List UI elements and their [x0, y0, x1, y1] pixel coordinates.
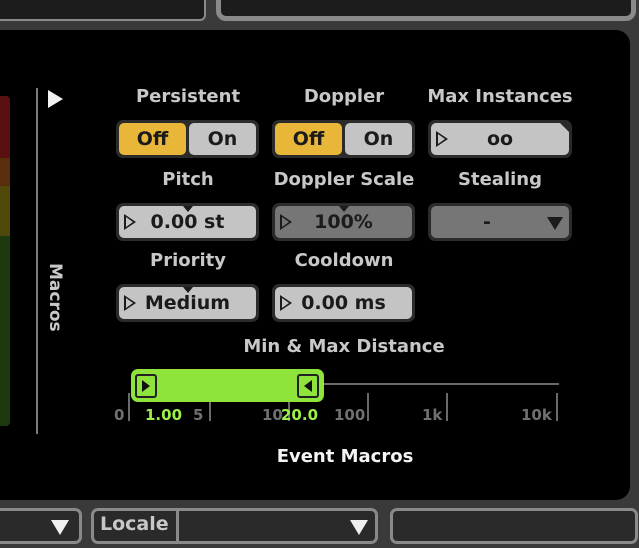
section-divider — [36, 88, 38, 434]
bottom-right-field[interactable] — [390, 508, 638, 544]
max-instances-field[interactable]: oo — [428, 120, 572, 158]
doppler-scale-label: Doppler Scale — [273, 169, 415, 190]
min-distance-handle[interactable] — [135, 374, 157, 398]
play-marker-icon — [280, 214, 292, 230]
cooldown-value: 0.00 ms — [301, 292, 386, 314]
stealing-dropdown[interactable]: - — [428, 203, 572, 241]
corner-notch-icon — [560, 123, 569, 132]
tick-label-100: 100 — [334, 406, 366, 424]
max-distance-handle[interactable] — [297, 374, 319, 398]
stealing-label: Stealing — [458, 169, 542, 190]
chevron-down-icon — [51, 520, 69, 535]
tick-label-10: 10 — [262, 406, 283, 424]
priority-field[interactable]: Medium — [116, 284, 259, 322]
level-meter — [0, 96, 10, 426]
doppler-off-option[interactable]: Off — [275, 123, 342, 155]
priority-label: Priority — [150, 250, 226, 271]
doppler-scale-field[interactable]: 100% — [272, 203, 415, 241]
priority-value: Medium — [144, 292, 231, 314]
locale-separator — [176, 511, 179, 541]
axis-tick — [556, 393, 558, 421]
play-marker-icon — [124, 214, 136, 230]
bottom-left-dropdown[interactable] — [0, 508, 82, 544]
arrow-right-icon — [142, 380, 150, 392]
cooldown-field[interactable]: 0.00 ms — [272, 284, 415, 322]
tick-label-5: 5 — [193, 406, 204, 424]
tick-label-10k: 10k — [521, 406, 552, 424]
doppler-scale-value: 100% — [314, 211, 373, 233]
play-marker-icon — [436, 131, 448, 147]
locale-label: Locale — [100, 513, 169, 535]
doppler-toggle[interactable]: Off On — [272, 120, 415, 158]
doppler-label: Doppler — [303, 86, 385, 107]
persistent-toggle[interactable]: Off On — [116, 120, 259, 158]
distance-label: Min & Max Distance — [243, 336, 445, 357]
axis-tick — [367, 393, 369, 421]
play-marker-icon — [280, 295, 292, 311]
top-left-field[interactable] — [0, 0, 206, 21]
event-macros-title: Event Macros — [276, 446, 414, 467]
persistent-off-option[interactable]: Off — [119, 123, 186, 155]
axis-tick — [446, 393, 448, 421]
play-marker-icon — [124, 295, 136, 311]
chevron-down-icon — [547, 217, 563, 230]
play-icon[interactable] — [48, 90, 63, 108]
persistent-on-option[interactable]: On — [189, 123, 256, 155]
stealing-value: - — [483, 211, 491, 233]
top-right-field[interactable] — [216, 0, 636, 21]
cooldown-label: Cooldown — [294, 250, 394, 271]
doppler-on-option[interactable]: On — [345, 123, 412, 155]
pitch-value: 0.00 st — [150, 211, 225, 233]
chevron-down-icon — [350, 520, 368, 535]
locale-dropdown[interactable]: Locale — [91, 508, 378, 544]
max-distance-value: 20.0 — [281, 406, 319, 424]
axis-tick — [128, 393, 130, 421]
min-distance-value: 1.00 — [145, 406, 183, 424]
persistent-label: Persistent — [135, 86, 241, 107]
max-instances-label: Max Instances — [427, 86, 573, 107]
distance-range-bar[interactable] — [131, 369, 324, 402]
tick-label-1k: 1k — [422, 406, 443, 424]
max-instances-value: oo — [486, 128, 514, 150]
pitch-field[interactable]: 0.00 st — [116, 203, 259, 241]
pitch-label: Pitch — [162, 169, 214, 190]
arrow-left-icon — [304, 380, 312, 392]
tick-label-0: 0 — [114, 406, 125, 424]
macros-section-label: Macros — [45, 263, 65, 332]
